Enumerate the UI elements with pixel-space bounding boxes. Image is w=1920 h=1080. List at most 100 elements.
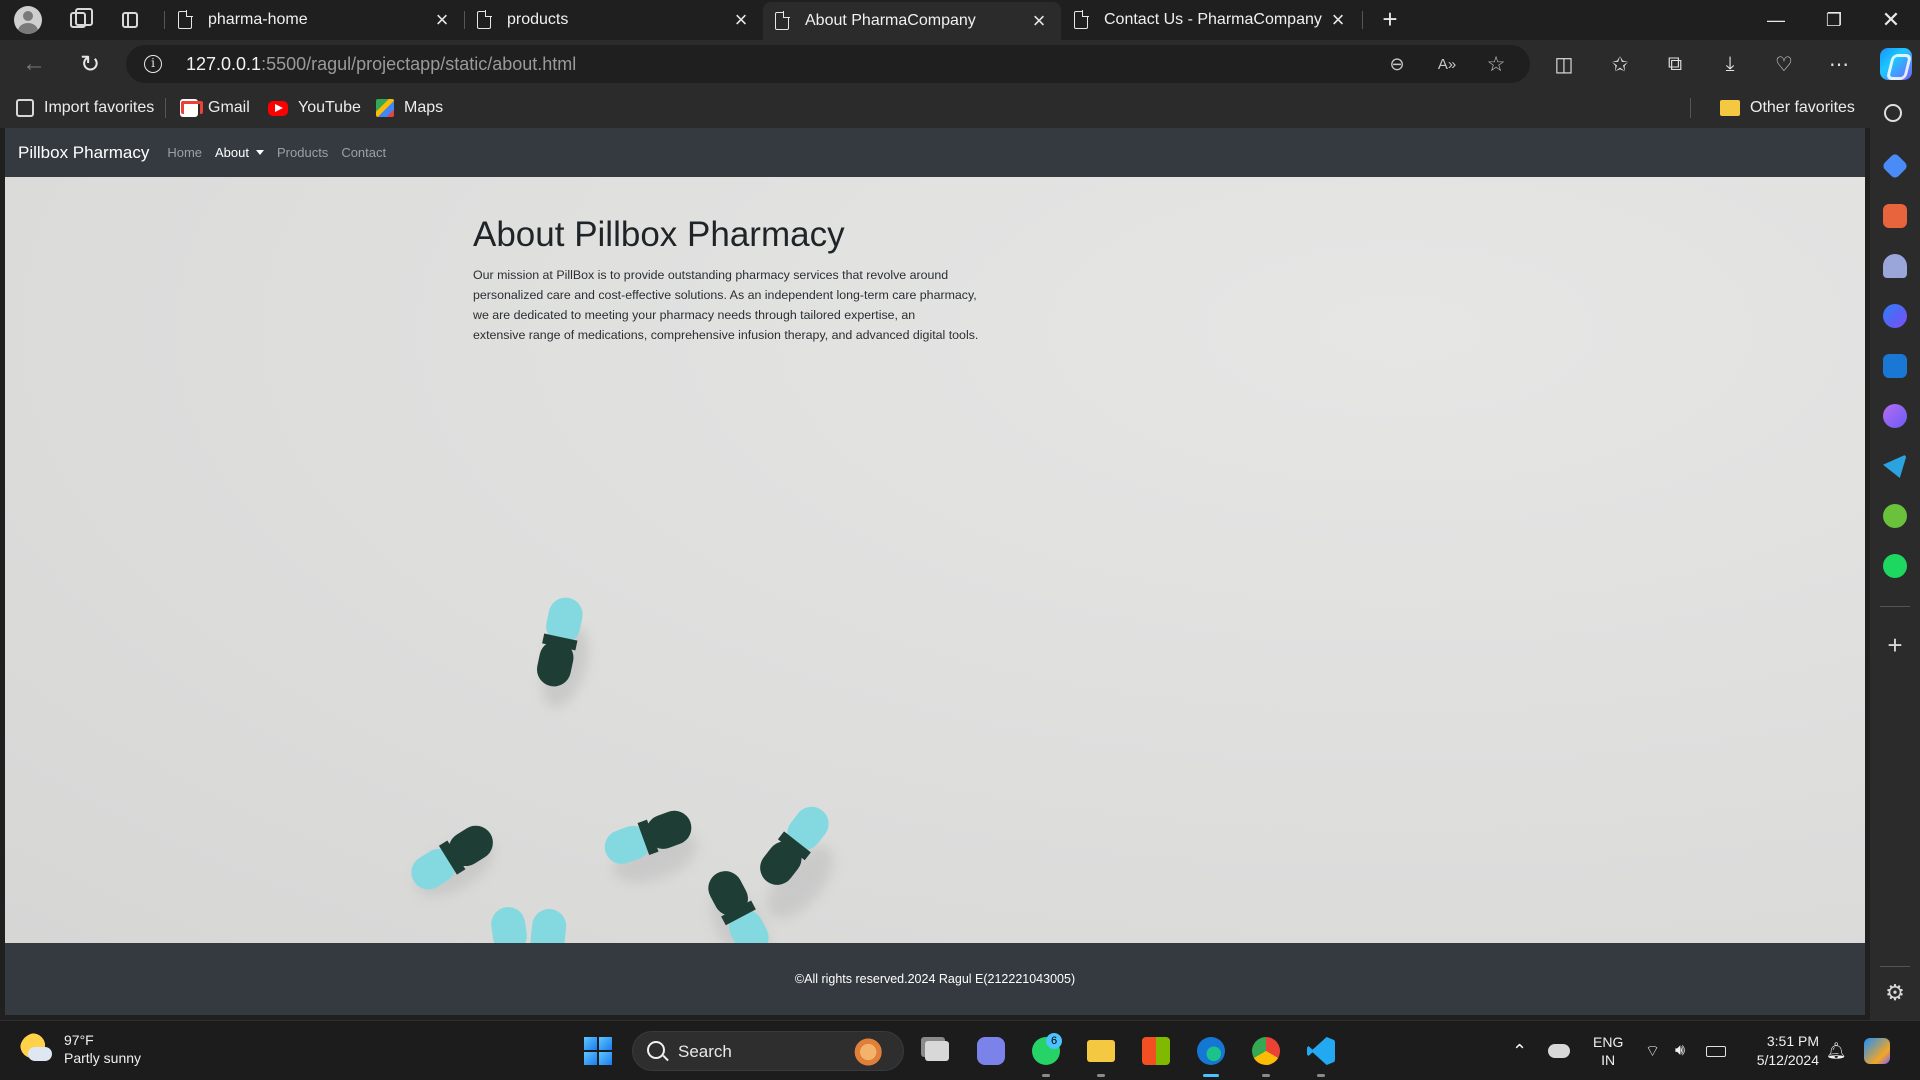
copilot-taskbar-icon[interactable] bbox=[1864, 1021, 1890, 1080]
sidebar-outlook-icon[interactable] bbox=[1883, 354, 1907, 378]
favorite-star-icon[interactable]: ☆ bbox=[1483, 51, 1509, 77]
sidebar-shopping-icon[interactable] bbox=[1881, 152, 1909, 180]
tab-products[interactable]: products × bbox=[465, 0, 763, 40]
show-hidden-icons-chevron-up-icon[interactable]: ⌃ bbox=[1512, 1021, 1527, 1080]
weather-widget[interactable]: 97°F Partly sunny bbox=[20, 1031, 141, 1067]
input-language[interactable]: ENG IN bbox=[1593, 1021, 1623, 1080]
edge-button[interactable] bbox=[1191, 1031, 1231, 1077]
about-hero: About Pillbox Pharmacy Our mission at Pi… bbox=[5, 177, 1865, 943]
onedrive-cloud-icon[interactable] bbox=[1548, 1021, 1570, 1080]
wifi-icon[interactable]: ⌔ bbox=[1645, 1021, 1660, 1080]
vscode-button[interactable] bbox=[1301, 1031, 1341, 1077]
battery-icon[interactable] bbox=[1706, 1021, 1726, 1080]
about-line: personalized care and cost-effective sol… bbox=[473, 288, 977, 302]
nav-contact[interactable]: Contact bbox=[341, 145, 386, 160]
collections-icon[interactable]: ⧉ bbox=[1661, 50, 1689, 78]
sidebar-telegram-icon[interactable] bbox=[1883, 454, 1907, 478]
favorite-gmail[interactable]: Gmail bbox=[180, 88, 250, 128]
other-favorites[interactable]: Other favorites bbox=[1720, 88, 1855, 128]
zoom-out-icon[interactable]: ⊖ bbox=[1384, 51, 1410, 77]
browser-essentials-icon[interactable]: ♡ bbox=[1770, 50, 1798, 78]
browser-toolbar: ← ↻ i 127.0.0.1:5500/ragul/projectapp/st… bbox=[0, 40, 1920, 88]
downloads-icon[interactable]: ⤓ bbox=[1716, 50, 1744, 78]
lang-line-2: IN bbox=[1601, 1052, 1616, 1068]
chrome-button[interactable] bbox=[1246, 1031, 1286, 1077]
file-explorer-button[interactable] bbox=[1081, 1031, 1121, 1077]
profile-avatar-icon bbox=[14, 6, 42, 34]
task-view-button[interactable] bbox=[917, 1031, 957, 1071]
close-tab-icon[interactable]: × bbox=[432, 9, 452, 31]
teams-chat-icon bbox=[977, 1037, 1005, 1065]
microsoft-store-button[interactable] bbox=[1136, 1031, 1176, 1071]
url-text: 127.0.0.1:5500/ragul/projectapp/static/a… bbox=[186, 54, 576, 75]
profile-button[interactable] bbox=[6, 0, 50, 40]
tab-contact[interactable]: Contact Us - PharmaCompany × bbox=[1062, 0, 1360, 40]
site-brand[interactable]: Pillbox Pharmacy bbox=[18, 143, 149, 163]
site-footer: ©All rights reserved.2024 Ragul E(212221… bbox=[5, 943, 1865, 1015]
tab-pharma-home[interactable]: pharma-home × bbox=[166, 0, 464, 40]
nav-about-dropdown[interactable]: About bbox=[215, 145, 264, 160]
split-screen-icon[interactable]: ◫ bbox=[1550, 50, 1578, 78]
caret-down-icon bbox=[256, 150, 264, 155]
clock[interactable]: 3:51 PM 5/12/2024 bbox=[1755, 1021, 1819, 1080]
taskbar-search[interactable]: Search bbox=[632, 1031, 904, 1071]
close-window-icon[interactable]: ✕ bbox=[1862, 0, 1920, 40]
favorite-maps[interactable]: Maps bbox=[376, 88, 443, 128]
maps-icon bbox=[376, 99, 394, 117]
minimize-icon[interactable]: — bbox=[1747, 0, 1805, 40]
back-arrow-icon[interactable]: ← bbox=[16, 46, 52, 82]
sidebar-spotify-icon[interactable] bbox=[1883, 554, 1907, 578]
nav-home[interactable]: Home bbox=[167, 145, 202, 160]
favorite-import[interactable]: Import favorites bbox=[16, 88, 154, 128]
nav-products[interactable]: Products bbox=[277, 145, 328, 160]
whatsapp-button[interactable]: 6 bbox=[1026, 1031, 1066, 1077]
capsule-7 bbox=[530, 909, 567, 943]
favorite-label: Import favorites bbox=[44, 99, 155, 116]
tab-about-active[interactable]: About PharmaCompany × bbox=[763, 2, 1061, 40]
weather-temp: 97°F bbox=[64, 1032, 94, 1048]
refresh-icon[interactable]: ↻ bbox=[72, 46, 108, 82]
sidebar-settings-gear-icon[interactable]: ⚙ bbox=[1883, 981, 1907, 1005]
settings-more-icon[interactable]: ⋯ bbox=[1825, 50, 1853, 78]
close-tab-icon[interactable]: × bbox=[1328, 9, 1348, 31]
chrome-icon bbox=[1252, 1037, 1280, 1065]
vscode-icon bbox=[1307, 1037, 1335, 1065]
other-favorites-label: Other favorites bbox=[1750, 99, 1855, 116]
vertical-tabs-button[interactable] bbox=[108, 0, 152, 40]
folder-icon bbox=[1720, 100, 1740, 116]
partly-sunny-icon bbox=[20, 1033, 52, 1065]
sidebar-copilot-icon[interactable] bbox=[1883, 304, 1907, 328]
site-info-icon[interactable]: i bbox=[144, 55, 162, 73]
favorites-icon[interactable]: ✩ bbox=[1606, 50, 1634, 78]
store-icon bbox=[1142, 1037, 1170, 1065]
notification-bell-icon[interactable]: 🔔︎ bbox=[1826, 1021, 1846, 1080]
address-bar[interactable]: i 127.0.0.1:5500/ragul/projectapp/static… bbox=[126, 45, 1530, 83]
restore-icon[interactable]: ❐ bbox=[1805, 0, 1863, 40]
sidebar-tree-icon[interactable] bbox=[1883, 504, 1907, 528]
workspaces-button[interactable] bbox=[56, 0, 100, 40]
url-path: :5500/ragul/projectapp/static/about.html bbox=[261, 54, 577, 74]
search-label: Search bbox=[678, 1042, 732, 1061]
nav-about-label: About bbox=[215, 145, 249, 160]
new-tab-plus-icon[interactable]: + bbox=[1374, 4, 1406, 35]
about-line: extensive range of medications, comprehe… bbox=[473, 328, 979, 342]
tab-title: pharma-home bbox=[208, 11, 308, 28]
sidebar-games-icon[interactable] bbox=[1883, 254, 1907, 278]
volume-icon[interactable]: 🔊︎ bbox=[1675, 1021, 1685, 1080]
sidebar-search-icon[interactable] bbox=[1884, 104, 1902, 122]
sidebar-add-icon[interactable]: + bbox=[1883, 632, 1907, 658]
tab-title: About PharmaCompany bbox=[805, 12, 976, 29]
start-button[interactable] bbox=[578, 1031, 618, 1071]
sidebar-tools-icon[interactable] bbox=[1883, 204, 1907, 228]
whatsapp-unread-badge: 6 bbox=[1046, 1033, 1062, 1049]
page-icon bbox=[477, 10, 492, 29]
windows-taskbar: 97°F Partly sunny Search 6 ⌃ ENG IN ⌔ 🔊︎… bbox=[0, 1020, 1920, 1080]
windows-logo-icon bbox=[584, 1037, 612, 1065]
favorite-youtube[interactable]: YouTube bbox=[268, 88, 361, 128]
read-aloud-icon[interactable]: A» bbox=[1434, 51, 1460, 77]
sidebar-designer-icon[interactable] bbox=[1883, 404, 1907, 428]
teams-chat-button[interactable] bbox=[971, 1031, 1011, 1071]
copilot-icon[interactable] bbox=[1880, 48, 1912, 80]
close-tab-icon[interactable]: × bbox=[1029, 10, 1049, 32]
close-tab-icon[interactable]: × bbox=[731, 9, 751, 31]
